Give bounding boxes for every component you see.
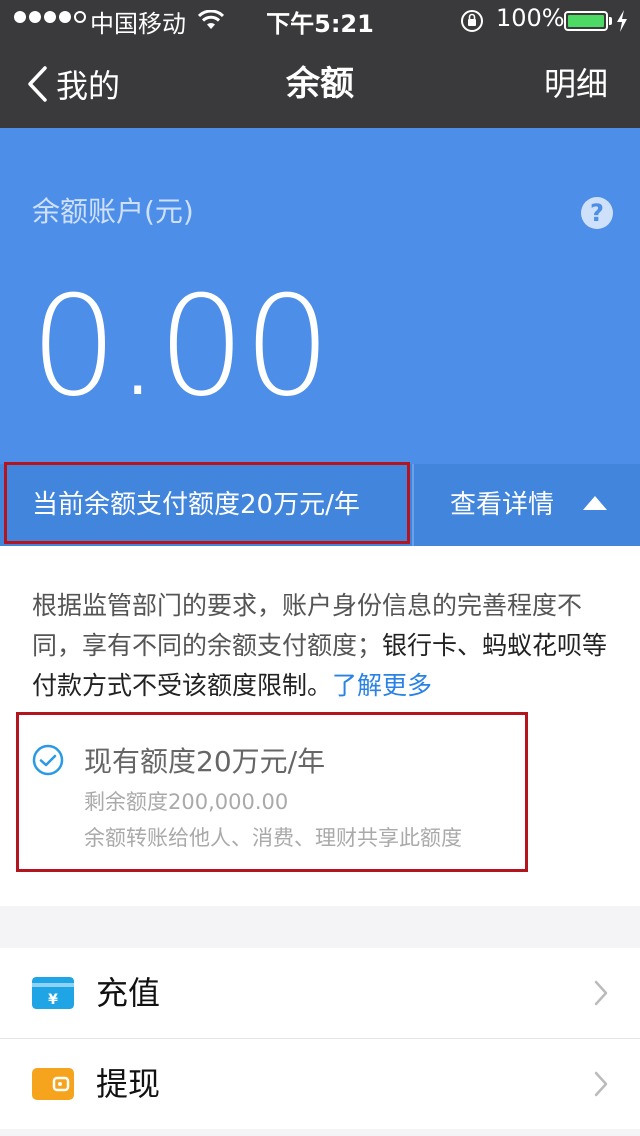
- quota-bar: 当前余额支付额度20万元/年 查看详情: [0, 464, 640, 546]
- balance-account-label: 余额账户(元): [32, 195, 194, 228]
- charging-bolt-icon: [617, 10, 627, 32]
- chevron-right-icon: [594, 1071, 608, 1097]
- balance-amount: 0.00: [30, 266, 331, 427]
- chevron-right-icon: [594, 980, 608, 1006]
- caret-up-icon[interactable]: [582, 495, 608, 511]
- learn-more-link[interactable]: 了解更多: [332, 671, 432, 700]
- quota-info-card: 根据监管部门的要求，账户身份信息的完善程度不同，享有不同的余额支付额度；银行卡、…: [0, 546, 640, 906]
- limit-note: 余额转账给他人、消费、理财共享此额度: [84, 826, 462, 850]
- help-icon[interactable]: ?: [581, 197, 613, 229]
- action-menu: ¥ 充值 提现: [0, 948, 640, 1129]
- view-details-button[interactable]: 查看详情: [450, 464, 554, 546]
- top-bar: 中国移动 下午5:21 100% 我的 余额 明细: [0, 0, 640, 128]
- menu-label: 充值: [96, 974, 161, 1012]
- limit-title: 现有额度20万元/年: [84, 745, 326, 778]
- nav-bar: 我的 余额 明细: [0, 40, 640, 128]
- menu-label: 提现: [96, 1065, 161, 1103]
- menu-item-recharge[interactable]: ¥ 充值: [0, 948, 640, 1039]
- limit-remaining: 剩余额度200,000.00: [84, 790, 289, 814]
- back-button[interactable]: 我的: [26, 40, 120, 128]
- battery-percentage: 100%: [496, 4, 565, 32]
- wallet-icon: [32, 1068, 74, 1100]
- status-bar: 中国移动 下午5:21 100%: [0, 0, 640, 40]
- battery-icon: [564, 11, 608, 31]
- quota-explanation: 根据监管部门的要求，账户身份信息的完善程度不同，享有不同的余额支付额度；银行卡、…: [32, 586, 612, 706]
- orientation-lock-icon: [461, 10, 483, 32]
- detail-button[interactable]: 明细: [544, 40, 608, 128]
- battery-tip: [609, 17, 612, 25]
- check-circle-icon: [32, 744, 64, 776]
- current-quota-text: 当前余额支付额度20万元/年: [32, 490, 360, 520]
- quota-divider: [412, 464, 414, 546]
- back-label: 我的: [56, 67, 121, 105]
- svg-text:¥: ¥: [48, 992, 58, 1008]
- balance-header: 余额账户(元) ? 0.00: [0, 128, 640, 464]
- chevron-left-icon: [28, 66, 47, 102]
- menu-item-withdraw[interactable]: 提现: [0, 1039, 640, 1129]
- yen-card-icon: ¥: [32, 977, 74, 1009]
